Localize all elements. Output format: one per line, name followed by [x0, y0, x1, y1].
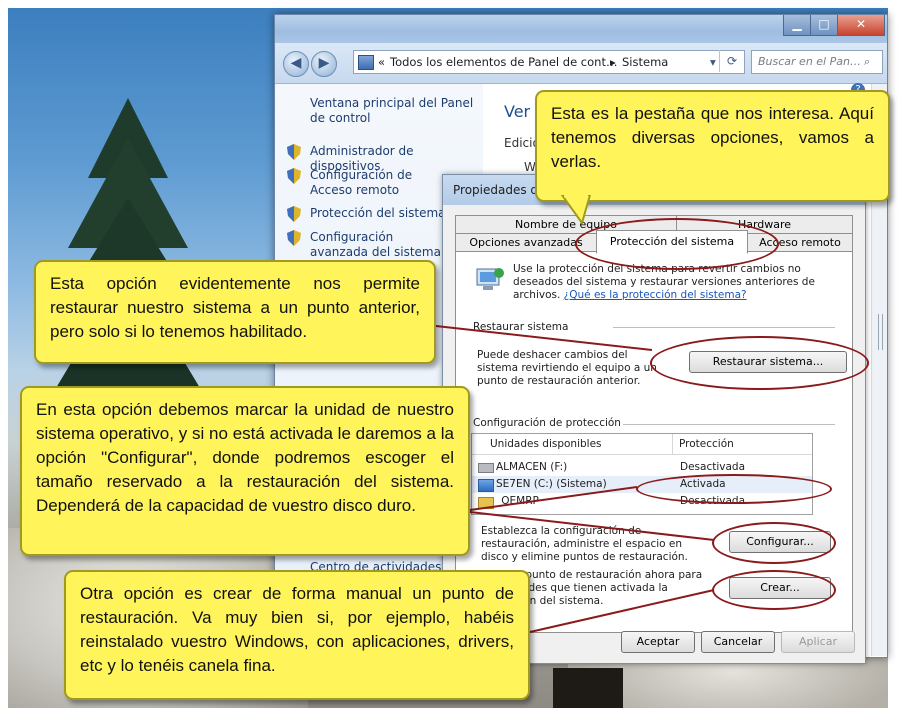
tab-system-protection[interactable]: Protección del sistema: [596, 230, 748, 254]
callout-tab-note: Esta es la pestaña que nos interesa. Aqu…: [535, 90, 890, 202]
callout-pointer: [560, 195, 592, 225]
callout-restore-note: Esta opción evidentemente nos permite re…: [34, 260, 436, 364]
callout-create-note: Otra opción es crear de forma manual un …: [64, 570, 530, 700]
callout-config-note: En esta opción debemos marcar la unidad …: [20, 386, 470, 556]
